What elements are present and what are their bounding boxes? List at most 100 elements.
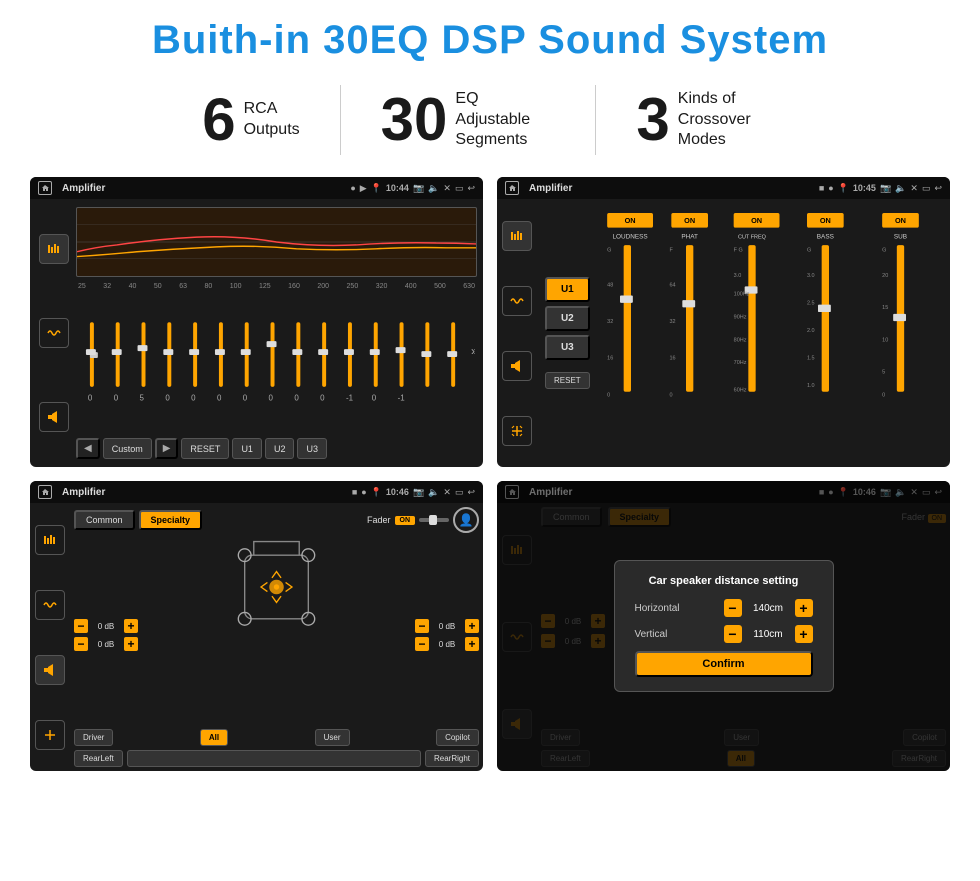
fader-toggle-3[interactable]: ON [395,516,416,525]
tab-common-3[interactable]: Common [74,510,135,530]
home-icon-1[interactable] [38,181,52,195]
u1-button-1[interactable]: U1 [232,438,262,459]
rearleft-btn-3[interactable]: RearLeft [74,750,123,767]
dot-icon-2: ● [828,183,833,193]
settings-icon-3[interactable]: 👤 [453,507,479,533]
screenshot-crossover: Amplifier ■ ● 📍 10:45 📷 🔈 ✕ ▭ ↩ [497,177,950,467]
screenshot-eq: Amplifier ● ▶ 📍 10:44 📷 🔈 ✕ ▭ ↩ [30,177,483,467]
horizontal-value-group: − 140cm + [724,599,813,617]
vol-minus-right-top[interactable]: − [415,619,429,633]
reset-button-2[interactable]: RESET [545,372,590,389]
speaker-main: Common Specialty Fader ON 👤 [70,503,483,771]
wave-icon-3[interactable] [35,590,65,620]
freq-125: 125 [259,283,271,290]
eq-controls: ◀ Custom ▶ RESET U1 U2 U3 [76,438,477,459]
stat-rca: 6 RCAOutputs [162,90,339,150]
status-bar-3: Amplifier ■ ● 📍 10:46 📷 🔈 ✕ ▭ ↩ [30,481,483,503]
custom-button[interactable]: Custom [103,438,152,459]
svg-text:1.0: 1.0 [807,383,815,389]
status-time-3: 10:46 [386,487,409,497]
speaker-icon-2[interactable] [502,351,532,381]
stat-rca-number: 6 [202,90,235,150]
freq-100: 100 [230,283,242,290]
freq-40: 40 [129,283,137,290]
svg-text:16: 16 [669,356,675,362]
freq-200: 200 [317,283,329,290]
svg-text:0: 0 [165,394,170,403]
prev-button[interactable]: ◀ [76,438,100,459]
eq-icon-3[interactable] [35,525,65,555]
arrows-icon-2[interactable] [502,416,532,446]
svg-text:60Hz: 60Hz [733,388,746,394]
all-btn-3[interactable]: All [200,729,228,746]
rearright-btn-3[interactable]: RearRight [425,750,479,767]
wave-icon-2[interactable] [502,286,532,316]
vertical-minus[interactable]: − [724,625,742,643]
svg-text:ON: ON [820,216,831,225]
eq-icon[interactable] [39,234,69,264]
next-button[interactable]: ▶ [155,438,179,459]
svg-text:0: 0 [882,392,885,398]
vol-plus-right-top[interactable]: + [465,619,479,633]
u1-button-2[interactable]: U1 [545,277,590,302]
battery-icon-2: ▭ [922,183,931,194]
speaker-icon-3[interactable] [35,655,65,685]
horizontal-minus[interactable]: − [724,599,742,617]
eq-icon-2[interactable] [502,221,532,251]
svg-text:0: 0 [191,394,196,403]
vol-plus-left-top[interactable]: + [124,619,138,633]
location-icon-1: 📍 [371,183,382,194]
svg-text:0: 0 [607,392,610,398]
speaker-screen: Common Specialty Fader ON 👤 [30,503,483,771]
driver-btn-3[interactable]: Driver [74,729,113,746]
home-icon-3[interactable] [38,485,52,499]
status-bar-1: Amplifier ● ▶ 📍 10:44 📷 🔈 ✕ ▭ ↩ [30,177,483,199]
svg-text:0: 0 [372,394,377,403]
copilot-btn-3[interactable]: Copilot [436,729,479,746]
svg-text:0: 0 [243,394,248,403]
camera-icon-2: 📷 [880,183,891,194]
vol-plus-right-bot[interactable]: + [465,637,479,651]
user-btn-3[interactable]: User [315,729,350,746]
stat-crossover: 3 Kinds ofCrossover Modes [596,89,817,151]
u2-button-1[interactable]: U2 [265,438,295,459]
vol-minus-right-bot[interactable]: − [415,637,429,651]
vol-plus-left-bot[interactable]: + [124,637,138,651]
confirm-button[interactable]: Confirm [635,651,813,677]
fader-row-3: Fader ON 👤 [367,507,479,533]
home-icon-2[interactable] [505,181,519,195]
svg-text:0: 0 [669,392,672,398]
vol-minus-left-top[interactable]: − [74,619,88,633]
svg-text:ON: ON [895,216,906,225]
freq-25: 25 [78,283,86,290]
u3-button-2[interactable]: U3 [545,335,590,360]
freq-63: 63 [179,283,187,290]
freq-500: 500 [434,283,446,290]
svg-text:2.5: 2.5 [807,301,815,307]
page-title: Buith-in 30EQ DSP Sound System [30,18,950,63]
arrows-icon-3[interactable] [35,720,65,750]
back-icon-1: ↩ [467,183,475,194]
svg-text:5: 5 [882,369,885,375]
speaker-icon[interactable] [39,402,69,432]
svg-text:SUB: SUB [894,234,907,241]
stat-eq: 30 EQ AdjustableSegments [341,89,596,151]
x-icon-3: ✕ [443,487,451,498]
u3-button-1[interactable]: U3 [297,438,327,459]
stat-rca-label: RCAOutputs [244,99,300,141]
eq-freq-labels: 25 32 40 50 63 80 100 125 160 200 250 32… [76,283,477,290]
reset-button-1[interactable]: RESET [181,438,229,459]
vertical-plus[interactable]: + [795,625,813,643]
horizontal-plus[interactable]: + [795,599,813,617]
u2-button-2[interactable]: U2 [545,306,590,331]
vol-row-left-top: − 0 dB + [74,619,138,633]
svg-text:F G: F G [733,248,742,254]
tab-specialty-3[interactable]: Specialty [139,510,203,530]
svg-text:0: 0 [320,394,325,403]
bottom-btns-3b: RearLeft RearRight [74,750,479,767]
horizontal-label: Horizontal [635,603,680,614]
x-icon-2: ✕ [910,183,918,194]
wave-icon[interactable] [39,318,69,348]
crossover-screen: U1 U2 U3 RESET ON LOUDNESS [497,199,950,467]
vol-minus-left-bot[interactable]: − [74,637,88,651]
